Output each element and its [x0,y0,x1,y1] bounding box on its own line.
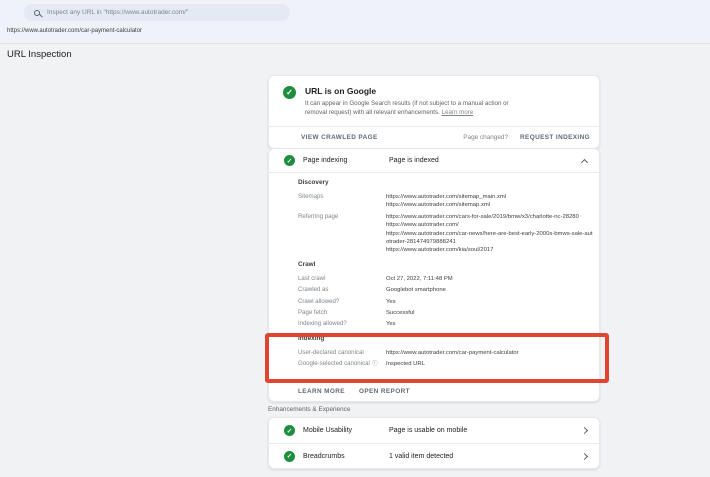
check-circle-icon: ✓ [283,86,296,99]
crawl-row-value: Yes [386,298,396,306]
page-indexing-card: ✓ Page indexing Page is indexed Discover… [268,148,600,402]
crawl-row-label: Page fetch [298,309,386,317]
crawl-row-value: Yes [386,320,396,328]
crawl-row-label: Indexing allowed? [298,320,386,328]
crawl-row-label: Crawl allowed? [298,298,386,306]
google-selected-canonical-value: Inspected URL [386,360,425,368]
google-selected-canonical-text: Google-selected canonical [298,360,370,367]
mobile-usability-row[interactable]: ✓ Mobile Usability Page is usable on mob… [269,418,599,443]
crawl-row: Indexing allowed? Yes [298,320,593,328]
google-selected-canonical-label: Google-selected canonicalⓘ [298,360,386,368]
breadcrumbs-row[interactable]: ✓ Breadcrumbs 1 valid item detected [269,443,599,468]
referring-page-url: https://www.autotrader.com/ [386,221,593,229]
page-indexing-header[interactable]: ✓ Page indexing Page is indexed [269,149,599,173]
page-indexing-footer: LEARN MORE OPEN REPORT [269,382,599,401]
page-indexing-status: Page is indexed [389,157,582,164]
mobile-usability-status: Page is usable on mobile [389,427,582,434]
learn-more-button[interactable]: LEARN MORE [298,388,345,395]
page-title: URL Inspection [7,49,72,60]
user-declared-canonical-value: https://www.autotrader.com/car-payment-c… [386,349,519,357]
referring-page-label: Referring page [298,213,386,255]
chevron-right-icon[interactable] [581,427,588,434]
check-glyph: ✓ [287,157,292,165]
referring-page-url: https://www.autotrader.com/car-news/here… [386,230,593,247]
crawl-row: Last crawl Oct 27, 2022, 7:11:48 PM [298,275,593,283]
check-glyph: ✓ [287,427,292,435]
verdict-card: ✓ URL is on Google It can appear in Goog… [268,75,600,149]
verdict-card-footer: VIEW CRAWLED PAGE Page changed? REQUEST … [269,126,599,148]
crawl-row-value: Successful [386,309,414,317]
page-indexing-details: Discovery Sitemaps https://www.autotrade… [269,173,599,382]
sitemap-url: https://www.autotrader.com/sitemap.xml [386,201,593,209]
request-indexing-button[interactable]: REQUEST INDEXING [520,134,590,141]
check-glyph: ✓ [286,88,293,97]
enhancements-card: ✓ Mobile Usability Page is usable on mob… [268,417,600,469]
sitemap-url: https://www.autotrader.com/sitemap_main.… [386,193,593,201]
page-changed-label: Page changed? [463,134,508,141]
indexing-section-heading: Indexing [298,335,593,343]
chevron-right-icon[interactable] [581,452,588,459]
user-declared-canonical-row: User-declared canonical https://www.auto… [298,349,593,357]
crawl-row-label: Last crawl [298,275,386,283]
open-report-button[interactable]: OPEN REPORT [359,388,410,395]
chevron-up-icon[interactable] [581,158,588,165]
check-glyph: ✓ [287,452,292,460]
crawl-row-value: Googlebot smartphone [386,286,446,294]
referring-page-row: Referring page https://www.autotrader.co… [298,213,593,255]
google-selected-canonical-row: Google-selected canonicalⓘ Inspected URL [298,360,593,368]
user-declared-canonical-label: User-declared canonical [298,349,386,357]
breadcrumbs-status: 1 valid item detected [389,453,582,460]
breadcrumbs-label: Breadcrumbs [303,453,389,460]
enhancements-heading: Enhancements & Experience [268,406,350,413]
info-icon[interactable]: ⓘ [372,361,378,367]
url-inspect-search-input[interactable]: Inspect any URL in "https://www.autotrad… [24,4,290,21]
search-icon [34,10,40,16]
referring-page-url: https://www.autotrader.com/cars-for-sale… [386,213,593,221]
inspected-url-breadcrumb: https://www.autotrader.com/car-payment-c… [7,28,142,34]
page-indexing-title: Page indexing [303,157,389,164]
check-circle-icon: ✓ [284,451,295,462]
check-circle-icon: ✓ [284,155,295,166]
search-placeholder: Inspect any URL in "https://www.autotrad… [47,9,188,16]
learn-more-link[interactable]: Learn more [442,109,474,116]
referring-page-url: https://www.autotrader.com/kia/soul/2017 [386,246,593,254]
top-bar: Inspect any URL in "https://www.autotrad… [0,0,710,44]
crawl-row: Crawled as Googlebot smartphone [298,286,593,294]
crawl-row-value: Oct 27, 2022, 7:11:48 PM [386,275,453,283]
crawl-row: Page fetch Successful [298,309,593,317]
discovery-section-heading: Discovery [298,179,593,187]
sitemaps-label: Sitemaps [298,193,386,210]
check-circle-icon: ✓ [284,425,295,436]
verdict-card-main: ✓ URL is on Google It can appear in Goog… [269,76,599,126]
mobile-usability-label: Mobile Usability [303,427,389,434]
crawl-row-label: Crawled as [298,286,386,294]
sitemaps-row: Sitemaps https://www.autotrader.com/site… [298,193,593,210]
verdict-description-text: It can appear in Google Search results (… [305,100,509,116]
view-crawled-page-button[interactable]: VIEW CRAWLED PAGE [301,134,378,141]
crawl-section-heading: Crawl [298,261,593,269]
verdict-description: It can appear in Google Search results (… [305,100,529,118]
crawl-row: Crawl allowed? Yes [298,298,593,306]
verdict-title: URL is on Google [305,86,529,96]
